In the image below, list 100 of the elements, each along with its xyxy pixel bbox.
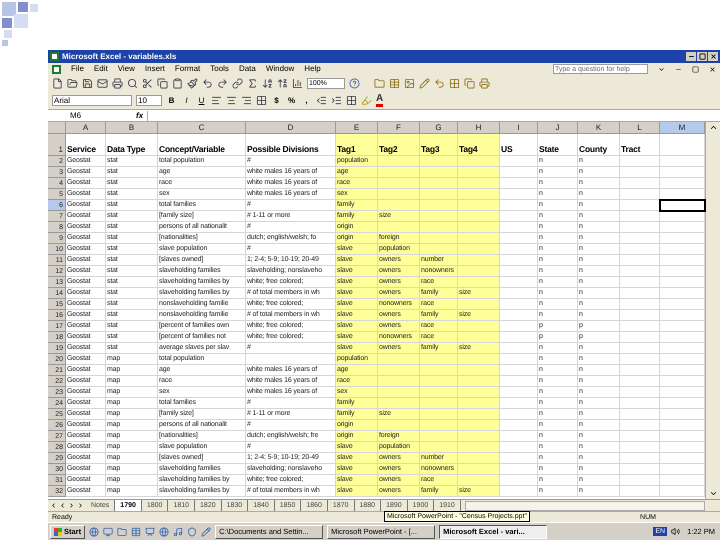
clipboard-icon[interactable] bbox=[172, 78, 183, 89]
vertical-scrollbar[interactable] bbox=[705, 122, 720, 499]
column-header[interactable]: I bbox=[500, 122, 538, 134]
pencil-icon[interactable] bbox=[419, 78, 430, 89]
table-cell bbox=[378, 365, 420, 376]
shield-icon[interactable] bbox=[187, 526, 198, 536]
table-cell bbox=[420, 156, 458, 167]
number-format-button[interactable]: % bbox=[286, 96, 297, 104]
search-icon[interactable] bbox=[127, 78, 138, 89]
link-icon[interactable] bbox=[232, 78, 243, 89]
number-format-button[interactable]: $ bbox=[271, 96, 282, 104]
table-cell bbox=[620, 310, 660, 321]
table-cell bbox=[458, 332, 500, 343]
column-header[interactable]: G bbox=[420, 122, 458, 134]
sigma-icon[interactable] bbox=[247, 78, 258, 89]
table-cell bbox=[620, 376, 660, 387]
column-header[interactable]: F bbox=[378, 122, 420, 134]
column-header[interactable]: A bbox=[66, 122, 106, 134]
font-dropdown[interactable]: Arial bbox=[52, 95, 132, 106]
font-size-dropdown[interactable]: 10 bbox=[136, 95, 162, 106]
function-button[interactable]: fx bbox=[136, 112, 144, 120]
table-cell bbox=[420, 178, 458, 189]
menu-item[interactable]: Window bbox=[266, 65, 294, 73]
menu-item[interactable]: Tools bbox=[210, 65, 229, 73]
undo-icon[interactable] bbox=[202, 78, 213, 89]
paintbrush-icon[interactable] bbox=[187, 78, 198, 89]
sort-descending-icon[interactable] bbox=[277, 78, 288, 89]
pencil-icon[interactable] bbox=[201, 526, 212, 536]
speaker-icon[interactable] bbox=[671, 527, 680, 536]
new-file-icon[interactable] bbox=[52, 78, 63, 89]
music-icon[interactable] bbox=[173, 526, 184, 536]
menu-item[interactable]: View bbox=[118, 65, 135, 73]
image-icon[interactable] bbox=[404, 78, 415, 89]
column-header[interactable]: K bbox=[578, 122, 620, 134]
column-header[interactable]: L bbox=[620, 122, 660, 134]
table-cell bbox=[660, 310, 705, 321]
menu-item[interactable]: Data bbox=[238, 65, 256, 73]
borders-icon[interactable] bbox=[346, 95, 357, 106]
mail-icon[interactable] bbox=[97, 78, 108, 89]
presentation-icon[interactable] bbox=[145, 526, 156, 536]
column-heading: US bbox=[500, 134, 538, 156]
menu-item[interactable]: Edit bbox=[94, 65, 108, 73]
globe-icon[interactable] bbox=[159, 526, 170, 536]
column-header[interactable]: H bbox=[458, 122, 500, 134]
print-icon[interactable] bbox=[112, 78, 123, 89]
table-cell bbox=[500, 321, 538, 332]
text-style-button[interactable]: I bbox=[181, 96, 192, 104]
table-cell bbox=[458, 321, 500, 332]
help-icon[interactable] bbox=[349, 78, 360, 89]
table-cell bbox=[458, 442, 500, 453]
menu-item[interactable]: Insert bbox=[144, 65, 165, 73]
column-heading: Concept/Variable bbox=[158, 134, 246, 156]
menu-item[interactable]: Help bbox=[304, 65, 321, 73]
scissors-icon[interactable] bbox=[142, 78, 153, 89]
table-cell bbox=[620, 244, 660, 255]
grid-icon[interactable] bbox=[449, 78, 460, 89]
text-style-button[interactable]: B bbox=[166, 96, 177, 104]
align-right-icon[interactable] bbox=[241, 95, 252, 106]
column-header[interactable]: M bbox=[660, 122, 705, 134]
column-heading: Service bbox=[66, 134, 106, 156]
text-style-button[interactable]: U bbox=[196, 96, 207, 104]
column-header[interactable]: B bbox=[106, 122, 158, 134]
merge-cells-icon[interactable] bbox=[256, 95, 267, 106]
globe-icon[interactable] bbox=[89, 526, 100, 536]
folder-icon[interactable] bbox=[67, 78, 78, 89]
table-cell bbox=[660, 233, 705, 244]
chart-icon[interactable] bbox=[292, 78, 303, 89]
table-icon[interactable] bbox=[389, 78, 400, 89]
save-icon[interactable] bbox=[82, 78, 93, 89]
table-cell bbox=[660, 354, 705, 365]
scroll-down-icon[interactable] bbox=[708, 489, 718, 498]
horizontal-scrollbar[interactable] bbox=[464, 500, 705, 510]
monitor-icon[interactable] bbox=[103, 526, 114, 536]
table-cell bbox=[620, 200, 660, 211]
redo-icon[interactable] bbox=[217, 78, 228, 89]
spreadsheet-icon[interactable] bbox=[131, 526, 142, 536]
menu-item[interactable]: File bbox=[71, 65, 84, 73]
table-cell bbox=[660, 464, 705, 475]
number-format-button[interactable]: , bbox=[301, 96, 312, 104]
scroll-up-icon[interactable] bbox=[708, 123, 718, 132]
indent-icon[interactable] bbox=[331, 95, 342, 106]
close-icon[interactable] bbox=[709, 66, 716, 72]
align-left-icon[interactable] bbox=[211, 95, 222, 106]
table-cell bbox=[420, 200, 458, 211]
outdent-icon[interactable] bbox=[316, 95, 327, 106]
column-header[interactable]: C bbox=[158, 122, 246, 134]
column-header[interactable]: J bbox=[538, 122, 578, 134]
copy-icon[interactable] bbox=[157, 78, 168, 89]
table-cell bbox=[458, 354, 500, 365]
column-header[interactable]: D bbox=[246, 122, 336, 134]
align-center-icon[interactable] bbox=[226, 95, 237, 106]
table-cell bbox=[620, 387, 660, 398]
sort-ascending-icon[interactable] bbox=[262, 78, 273, 89]
table-cell bbox=[378, 387, 420, 398]
table-cell bbox=[458, 255, 500, 266]
menu-item[interactable]: Format bbox=[174, 65, 200, 73]
row-header[interactable]: 1 bbox=[48, 134, 66, 156]
table-cell bbox=[620, 409, 660, 420]
table-cell bbox=[620, 420, 660, 431]
column-header[interactable]: E bbox=[336, 122, 378, 134]
